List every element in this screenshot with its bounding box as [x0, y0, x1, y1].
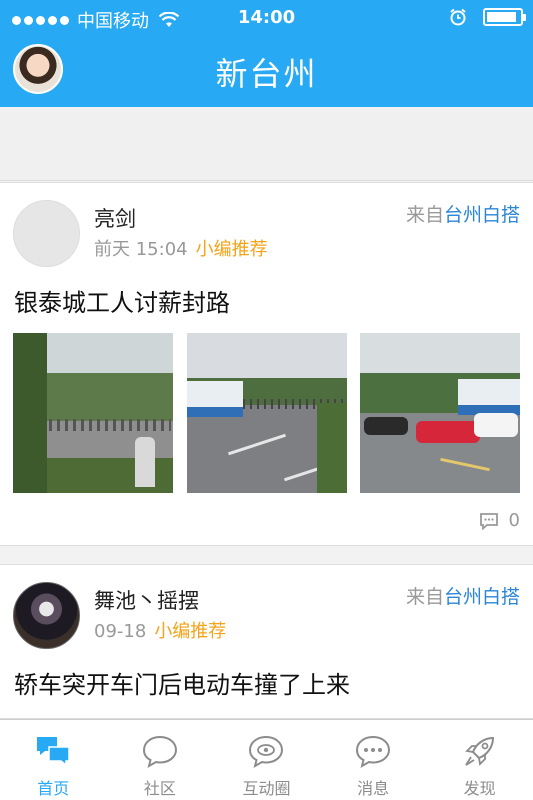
bottom-tab-bar: 首页 社区 互动圈 消息 发现	[0, 719, 533, 800]
user-avatar[interactable]	[13, 200, 80, 267]
tab-discover-label: 发现	[463, 779, 496, 798]
post-time: 前天 15:04	[94, 239, 188, 260]
tree-shape	[13, 333, 47, 493]
fence-shape	[41, 419, 171, 431]
eye-bubble-icon	[249, 735, 284, 769]
message-dots-icon	[356, 735, 391, 769]
post-image-grid	[13, 333, 520, 493]
post-time: 09-18	[94, 621, 147, 642]
speech-bubble-icon	[142, 735, 177, 769]
post-username[interactable]: 舞池丶摇摆	[94, 585, 199, 615]
post-card[interactable]: 舞池丶摇摆 09-18 小编推荐 来自台州白搭 轿车突开车门后电动车撞了上来	[0, 564, 533, 719]
tab-interaction-label: 互动圈	[242, 779, 291, 798]
app-header: 中国移动 14:00 新台州	[0, 0, 533, 107]
source-prefix: 来自	[405, 204, 444, 226]
source-group-link[interactable]: 台州白搭	[444, 586, 520, 608]
tab-discover[interactable]: 发现	[426, 720, 533, 800]
person-shape	[135, 437, 155, 487]
bus-shape	[458, 379, 520, 415]
tab-messages[interactable]: 消息	[320, 720, 427, 800]
tab-community-label: 社区	[143, 779, 176, 798]
source-group-link[interactable]: 台州白搭	[444, 204, 520, 226]
hedge-shape	[316, 403, 347, 493]
post-meta: 09-18 小编推荐	[94, 617, 226, 643]
post-image[interactable]	[186, 333, 347, 493]
alarm-icon	[450, 8, 466, 26]
user-avatar[interactable]	[13, 582, 80, 649]
editor-pick-tag: 小编推荐	[154, 621, 227, 642]
comment-icon	[479, 512, 498, 530]
post-card[interactable]: 亮剑 前天 15:04 小编推荐 来自台州白搭 银泰城工人讨薪封路 0	[0, 182, 533, 546]
editor-pick-tag: 小编推荐	[195, 239, 268, 260]
post-username[interactable]: 亮剑	[94, 203, 136, 233]
banner-area	[0, 107, 533, 181]
post-meta: 前天 15:04 小编推荐	[94, 235, 268, 261]
tab-home-label: 首页	[37, 779, 70, 798]
road-marking	[440, 457, 490, 472]
car-shape	[474, 413, 518, 437]
tab-home[interactable]: 首页	[0, 720, 107, 800]
rocket-icon	[464, 736, 494, 766]
source-prefix: 来自	[405, 586, 444, 608]
post-image[interactable]	[13, 333, 173, 493]
tab-interaction-circle[interactable]: 互动圈	[213, 720, 320, 800]
comment-count-label: 0	[508, 510, 520, 531]
post-image[interactable]	[360, 333, 520, 493]
tab-messages-label: 消息	[357, 779, 390, 798]
car-shape	[364, 417, 408, 435]
page-title: 新台州	[215, 55, 318, 93]
post-title[interactable]: 银泰城工人讨薪封路	[14, 283, 230, 318]
tab-community[interactable]: 社区	[107, 720, 214, 800]
road-marking	[227, 433, 286, 456]
red-car-shape	[416, 421, 480, 443]
status-bar: 中国移动 14:00	[0, 0, 533, 36]
post-source: 来自台州白搭	[406, 200, 520, 227]
post-source: 来自台州白搭	[406, 582, 520, 609]
home-chat-icon	[37, 737, 71, 767]
battery-icon	[483, 8, 526, 26]
post-title[interactable]: 轿车突开车门后电动车撞了上来	[14, 665, 350, 700]
comment-count[interactable]: 0	[479, 510, 520, 531]
bus-shape	[186, 381, 243, 417]
